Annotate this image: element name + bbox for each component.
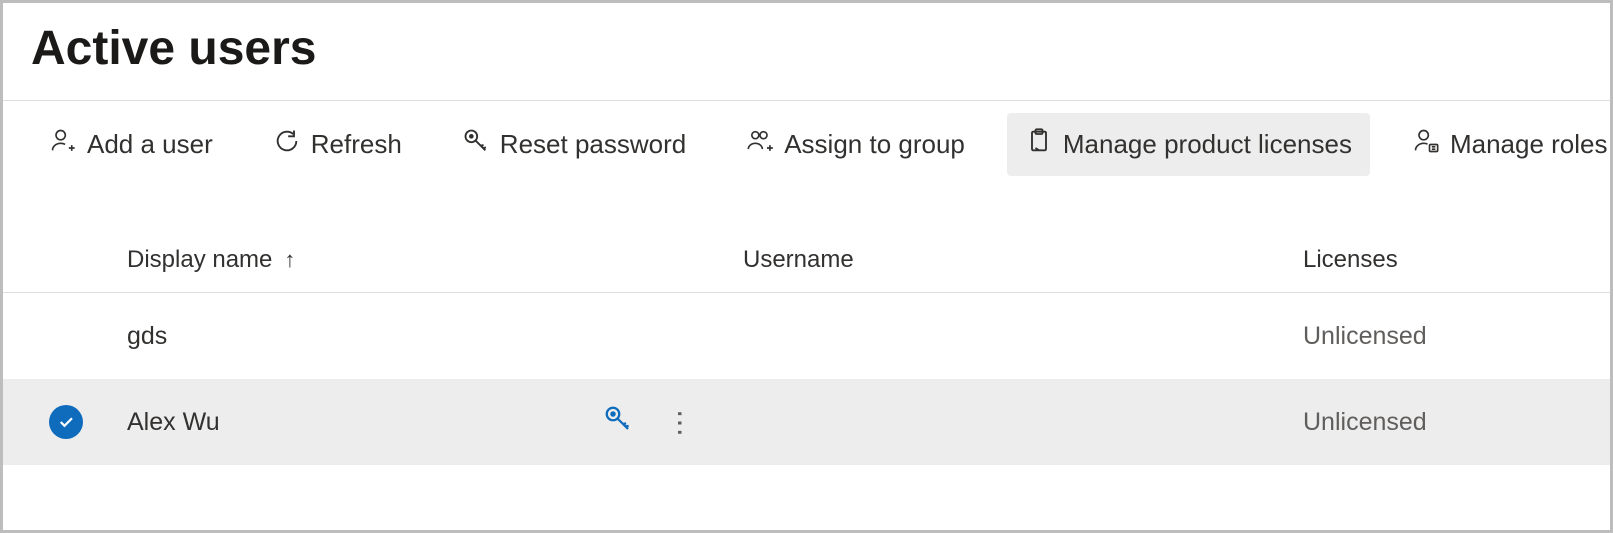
toolbar: Add a user Refresh Reset password: [3, 101, 1610, 188]
clipboard-icon: [1025, 127, 1053, 162]
row-checkbox-checked[interactable]: [49, 405, 83, 439]
column-display-name[interactable]: Display name ↑: [113, 246, 603, 274]
assign-group-button[interactable]: Assign to group: [728, 113, 983, 176]
refresh-button[interactable]: Refresh: [255, 113, 420, 176]
manage-roles-label: Manage roles: [1450, 129, 1608, 160]
row-display-name: gds: [127, 322, 167, 351]
checkmark-icon: [57, 413, 75, 431]
add-user-button[interactable]: Add a user: [31, 113, 231, 176]
page-title: Active users: [31, 21, 1610, 76]
manage-roles-button[interactable]: Manage roles: [1394, 113, 1613, 176]
key-icon: [603, 404, 633, 434]
column-licenses-label: Licenses: [1303, 246, 1398, 273]
group-add-icon: [746, 127, 774, 162]
row-license: Unlicensed: [1303, 408, 1427, 436]
refresh-label: Refresh: [311, 129, 402, 160]
manage-licenses-label: Manage product licenses: [1063, 129, 1352, 160]
column-username[interactable]: Username: [743, 246, 1303, 274]
add-user-label: Add a user: [87, 129, 213, 160]
manage-licenses-button[interactable]: Manage product licenses: [1007, 113, 1370, 176]
row-display-name: Alex Wu: [127, 408, 220, 437]
table-header: Display name ↑ Username Licenses: [3, 218, 1610, 293]
key-icon: [462, 127, 490, 162]
column-licenses[interactable]: Licenses: [1303, 246, 1610, 274]
row-license: Unlicensed: [1303, 322, 1427, 350]
row-more-button[interactable]: ⋯: [666, 409, 694, 435]
reset-password-button[interactable]: Reset password: [444, 113, 704, 176]
column-display-name-label: Display name: [127, 246, 272, 274]
refresh-icon: [273, 127, 301, 162]
person-add-icon: [49, 127, 77, 162]
assign-group-label: Assign to group: [784, 129, 965, 160]
row-key-button[interactable]: [603, 404, 633, 441]
reset-password-label: Reset password: [500, 129, 686, 160]
person-role-icon: [1412, 127, 1440, 162]
table-row[interactable]: Alex Wu ⋯ Unlicensed: [3, 379, 1610, 465]
table-row[interactable]: gds Unlicensed: [3, 293, 1610, 379]
sort-ascending-icon: ↑: [284, 247, 295, 273]
column-username-label: Username: [743, 246, 854, 273]
